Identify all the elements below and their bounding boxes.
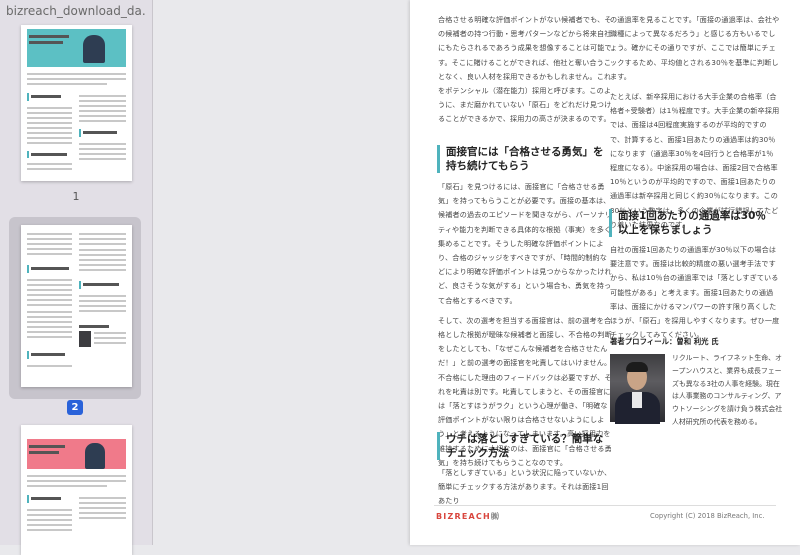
author-profile-text: リクルート、ライフネット生命、オープンハウスと、業界も成長フェーズも異なる3社の… xyxy=(672,354,783,426)
bizreach-logo: BIZREACH㈱ xyxy=(436,511,500,522)
viewer-background xyxy=(153,0,410,545)
sidebar-document-title: bizreach_download_da... xyxy=(6,4,146,18)
section-heading: 面接官には「合格させる勇気」を持ち続けてもらう xyxy=(437,145,604,173)
thumbnail-figure xyxy=(83,35,105,63)
left-column-tail: 「落としすぎている」という状況に陥っていないか、簡単にチェックする方法があります… xyxy=(438,466,612,515)
page-number-1: 1 xyxy=(72,190,80,203)
section-heading: ウチは落としすぎている？簡単なチェック方法 xyxy=(437,432,604,460)
page-thumbnail-1[interactable] xyxy=(21,25,132,181)
paragraph: の通過率を見ることです。「面接の通過率は、会社や職種によって異なるだろう」と感じ… xyxy=(610,15,780,81)
author-photo xyxy=(610,354,665,424)
paragraph: 自社の面接1回あたりの通過率が30％以下の場合は要注意です。面接は比較的精度の悪… xyxy=(610,245,780,340)
page-thumbnail-3[interactable] xyxy=(21,425,132,555)
thumbnail-photo xyxy=(79,331,91,347)
paragraph: 「原石」を見つけるには、面接官に「合格させる勇気」を持ってもらうことが必要です。… xyxy=(438,182,612,305)
section-heading: 面接1回あたりの通過率は30％以上を保ちましょう xyxy=(609,209,776,237)
page-thumbnail-2[interactable] xyxy=(21,225,132,387)
right-column-top: の通過率を見ることです。「面接の通過率は、会社や職種によって異なるだろう」と感じ… xyxy=(610,13,780,238)
logo-suffix: ㈱ xyxy=(490,512,501,521)
thumbnail-banner xyxy=(27,439,126,469)
logo-text: BIZREACH xyxy=(436,512,491,521)
thumbnail-sidebar: bizreach_download_da... 1 2 xyxy=(0,0,153,555)
copyright-text: Copyright (C) 2018 BizReach, Inc. xyxy=(650,512,765,520)
paragraph: 「落としすぎている」という状況に陥っていないか、簡単にチェックする方法があります… xyxy=(438,468,612,506)
thumbnail-figure xyxy=(85,443,105,469)
footer-divider xyxy=(434,505,776,506)
page-number-2: 2 xyxy=(67,400,83,415)
left-column-intro: 合格させる明確な評価ポイントがない候補者でも、その候補者の持つ行動・思考パターン… xyxy=(438,13,612,133)
paragraph: 合格させる明確な評価ポイントがない候補者でも、その候補者の持つ行動・思考パターン… xyxy=(438,15,612,124)
author-profile-heading: 著者プロフィール：曽和 利光 氏 xyxy=(610,337,719,346)
right-column-body: 自社の面接1回あたりの通過率が30％以下の場合は要注意です。面接は比較的精度の悪… xyxy=(610,243,780,348)
document-page: 合格させる明確な評価ポイントがない候補者でも、その候補者の持つ行動・思考パターン… xyxy=(410,0,800,545)
